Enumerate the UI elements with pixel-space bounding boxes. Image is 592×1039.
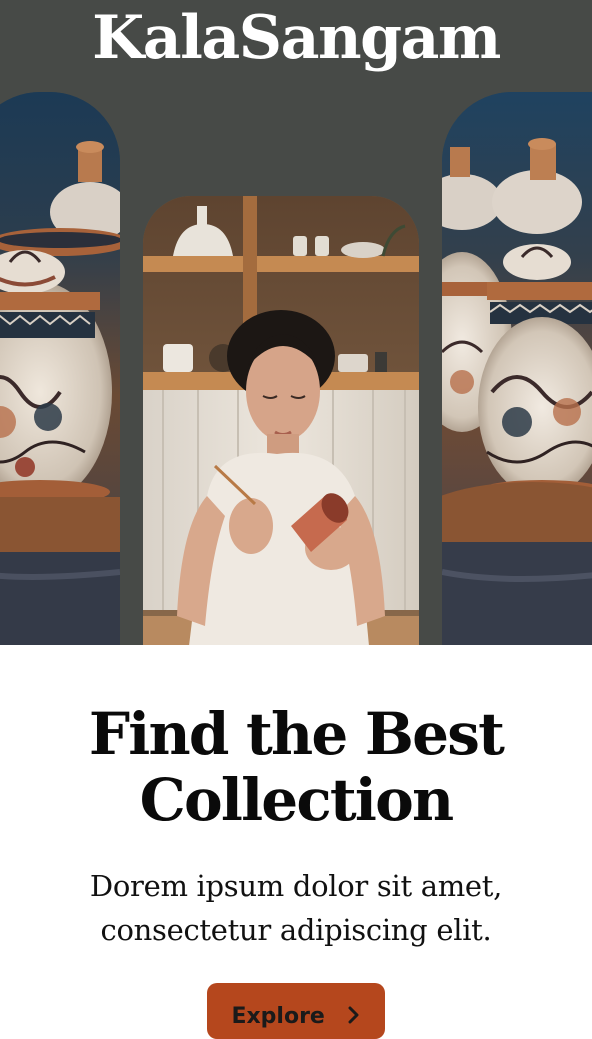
page-headline: Find the Best Collection: [0, 701, 592, 833]
page-subtitle: Dorem ipsum dolor sit amet, consectetur …: [0, 864, 592, 952]
painted-jars-photo-right: [442, 92, 592, 645]
subtitle-line-1: Dorem ipsum dolor sit amet,: [89, 869, 503, 903]
main-content: Find the Best Collection Dorem ipsum dol…: [0, 645, 592, 1039]
chevron-right-icon: [347, 1004, 361, 1032]
headline-line-1: Find the Best: [88, 700, 505, 768]
hero-image-center: [143, 196, 419, 645]
explore-button[interactable]: Explore: [207, 983, 385, 1039]
explore-button-label: Explore: [231, 1004, 325, 1029]
hero-banner: KalaSangam: [0, 0, 592, 645]
painted-jars-photo-left: [0, 92, 120, 645]
brand-logo: KalaSangam: [92, 3, 501, 73]
hero-image-left: [0, 92, 120, 645]
hero-image-right: [442, 92, 592, 645]
headline-line-2: Collection: [139, 766, 455, 834]
artisan-photo: [143, 196, 419, 645]
subtitle-line-2: consectetur adipiscing elit.: [100, 913, 492, 947]
